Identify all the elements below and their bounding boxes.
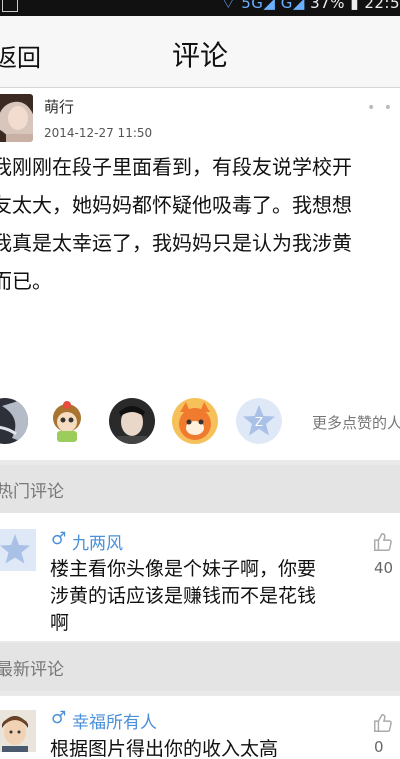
hot-comments-header: 热门评论 [0,465,400,513]
battery-level: 37% [310,0,345,12]
liker-avatar[interactable] [109,398,155,444]
liker-avatar[interactable] [172,398,218,444]
svg-text:Z: Z [255,415,263,429]
post-card: 萌行 2014-12-27 11:50 • • 我刚刚在段子里面看到，有段友说学… [0,88,400,444]
liker-avatar[interactable] [0,398,28,444]
comment-text: 楼主看你头像是个妹子啊，你要 涉黄的话应该是赚钱而不是花钱 啊 [50,558,317,634]
liker-avatar[interactable] [44,398,90,444]
author-name[interactable]: 萌行 [44,96,74,117]
network-type: 5G [241,0,264,12]
commenter-avatar[interactable] [0,529,36,571]
clock: 22:5 [364,0,400,12]
commenter-avatar[interactable] [0,710,36,752]
list-item[interactable]: ♂ 九两风 楼主看你头像是个妹子啊，你要 涉黄的话应该是赚钱而不是花钱 啊 40 [0,513,400,641]
wifi-icon: ⌔ [221,0,236,12]
more-likers-link[interactable]: 更多点赞的人 [312,412,400,433]
signal-icon-2: ◢ [292,0,305,12]
likers-row: Z 更多点赞的人 [0,356,400,460]
list-item[interactable]: ♂ 幸福所有人 根据图片得出你的收入太高 0 [0,696,400,759]
post-content: 我刚刚在段子里面看到，有段友说学校开 友太大，她妈妈都怀疑他吸毒了。我想想 我真… [0,155,352,293]
gender-male-icon: ♂ [51,529,67,549]
notification-icon [2,0,18,12]
section-title: 热门评论 [0,482,64,502]
comment-text: 根据图片得出你的收入太高 [50,738,279,759]
post-timestamp: 2014-12-27 11:50 [44,126,153,140]
author-avatar[interactable] [0,94,33,142]
comment-like-count: 40 [374,559,394,577]
thumbs-up-icon[interactable] [372,531,394,553]
pointer-notch [6,356,22,364]
page-title: 评论 [171,39,228,72]
status-bar: ⌔ 5G◢ G◢ 37% ▮ 22:5 [0,0,400,16]
new-comments-header: 最新评论 [0,643,400,691]
thumbs-up-icon[interactable] [372,712,394,734]
title-bar: 返回 评论 [0,16,400,88]
liker-avatar-default[interactable]: Z [236,398,282,444]
more-icon[interactable]: • • [367,100,394,116]
carrier-type: G [280,0,293,12]
section-title: 最新评论 [0,660,64,680]
commenter-name[interactable]: 幸福所有人 [72,708,157,733]
gender-male-icon: ♂ [51,708,67,728]
commenter-name[interactable]: 九两风 [72,529,123,554]
battery-icon: ▮ [350,0,360,12]
signal-icon: ◢ [263,0,276,12]
comment-like-count: 0 [374,738,384,756]
status-indicators: ⌔ 5G◢ G◢ 37% ▮ 22:5 [221,0,400,12]
